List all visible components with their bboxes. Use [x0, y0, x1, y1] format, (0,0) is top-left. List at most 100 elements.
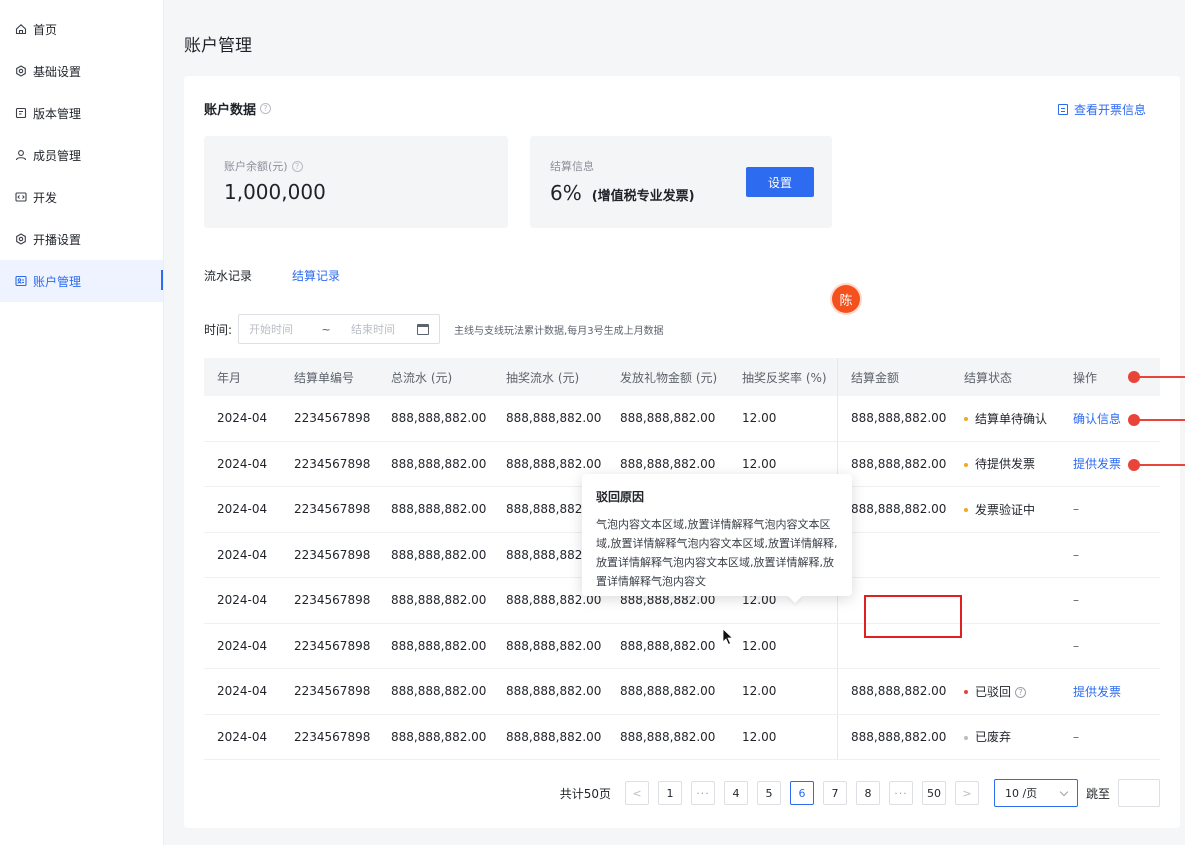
page-button[interactable]: 6: [789, 781, 814, 805]
action-link[interactable]: 提供发票: [1073, 457, 1121, 471]
balance-value: 1,000,000: [224, 180, 326, 204]
page-ellipsis[interactable]: ···: [888, 781, 913, 805]
view-invoice-info-link[interactable]: 查看开票信息: [1057, 101, 1146, 118]
tab-transaction-records[interactable]: 流水记录: [204, 267, 252, 284]
page-title: 账户管理: [184, 36, 252, 56]
action-link[interactable]: 提供发票: [1073, 685, 1121, 699]
cell-lottery-flow: 888,888,882.00: [506, 684, 602, 699]
page-button[interactable]: 8: [855, 781, 880, 805]
table-row: 2024-04 2234567898 888,888,882.00 888,888,8…: [204, 396, 1160, 442]
page-button[interactable]: 50: [921, 781, 946, 805]
help-icon[interactable]: ?: [260, 103, 272, 114]
pagination-pages: <1 ··· 4 5 6 7 8 ··· 50 >: [624, 781, 988, 805]
cell-settlement-id: 2234567898: [294, 729, 371, 744]
section-title: 账户数据 ?: [204, 99, 272, 118]
sidebar-item-label: 基础设置: [33, 64, 82, 79]
header-settlement-status: 结算状态: [964, 370, 1013, 385]
status-text: 结算单待确认: [975, 411, 1048, 426]
cell-month: 2024-04: [217, 684, 268, 699]
cell-settlement-status: 已驳回?: [951, 683, 1060, 700]
status-dot: [964, 690, 968, 695]
reject-reason-tooltip: 驳回原因 气泡内容文本区域,放置详情解释气泡内容文本区域,放置详情解释气泡内容文…: [582, 474, 852, 596]
date-range-picker[interactable]: 开始时间 ~ 结束时间: [238, 314, 441, 344]
cell-month: 2024-04: [217, 456, 268, 471]
end-time-input[interactable]: 结束时间: [341, 321, 405, 337]
tooltip-body: 气泡内容文本区域,放置详情解释气泡内容文本区域,放置详情解释气泡内容文本区域,放…: [596, 518, 838, 588]
help-icon[interactable]: ?: [1015, 686, 1027, 698]
highlight-box: [864, 595, 962, 638]
next-page-button[interactable]: >: [954, 781, 979, 805]
prev-page-button[interactable]: <: [624, 781, 649, 805]
cell-total-flow: 888,888,882.00: [391, 593, 487, 608]
cell-lottery-rate: 12.00: [742, 411, 777, 426]
cell-total-flow: 888,888,882.00: [391, 502, 487, 517]
status-text: 待提供发票: [975, 457, 1036, 472]
marker-dot: [1128, 371, 1140, 383]
cell-total-flow: 888,888,882.00: [391, 547, 487, 562]
action-link[interactable]: 确认信息: [1073, 412, 1121, 426]
help-icon[interactable]: ?: [291, 160, 303, 172]
cell-actions: –: [1060, 502, 1160, 516]
page-button[interactable]: 7: [822, 781, 847, 805]
pagination-total: 共计50页: [559, 786, 611, 801]
sidebar-item-home[interactable]: 首页: [0, 8, 163, 50]
sidebar-item-broadcast-settings[interactable]: 开播设置: [0, 218, 163, 260]
cell-lottery-flow: 888,888,882.00: [506, 456, 602, 471]
cell-total-flow: 888,888,882.00: [391, 638, 487, 653]
no-action: –: [1073, 638, 1079, 653]
sidebar-item-label: 首页: [33, 22, 58, 37]
sidebar-item-develop[interactable]: 开发: [0, 176, 163, 218]
start-time-input[interactable]: 开始时间: [249, 321, 311, 337]
home-icon: [14, 22, 28, 36]
page-ellipsis[interactable]: ···: [690, 781, 715, 805]
no-action: –: [1073, 593, 1079, 608]
annotation-marker: [1128, 459, 1185, 471]
cell-settlement-status: 结算单待确认: [951, 410, 1060, 427]
calendar-icon[interactable]: [417, 323, 430, 335]
annotation-marker: [1128, 371, 1185, 383]
account-icon: [14, 274, 28, 288]
header-gift-amount: 发放礼物金额 (元): [620, 370, 718, 385]
settlement-note: (增值税专业发票): [591, 189, 695, 204]
page-button[interactable]: 1: [657, 781, 682, 805]
user-icon: [14, 148, 28, 162]
status-text: 已废弃: [975, 730, 1012, 745]
cell-settlement-id: 2234567898: [294, 684, 371, 699]
cell-lottery-rate: 12.00: [742, 456, 777, 471]
sidebar-item-version[interactable]: 版本管理: [0, 92, 163, 134]
cell-settlement-id: 2234567898: [294, 502, 371, 517]
account-card: 账户数据 ? 查看开票信息 账户余额(元) ? 1,000,000 结算信息 6…: [184, 76, 1180, 828]
cell-settlement-status: 已废弃: [951, 728, 1060, 745]
jump-page-input[interactable]: [1118, 779, 1160, 807]
marker-dot: [1128, 414, 1140, 426]
cell-total-flow: 888,888,882.00: [391, 729, 487, 744]
tab-settlement-records[interactable]: 结算记录: [292, 267, 340, 284]
page-button[interactable]: 4: [723, 781, 748, 805]
status-text: 发票验证中: [975, 502, 1036, 517]
cell-settlement-id: 2234567898: [294, 593, 371, 608]
cell-month: 2024-04: [217, 638, 268, 653]
cell-actions: –: [1060, 548, 1160, 562]
sidebar-item-basic-settings[interactable]: 基础设置: [0, 50, 163, 92]
no-action: –: [1073, 547, 1079, 562]
table-row: 2024-04 2234567898 888,888,882.00 888,888,8…: [204, 714, 1160, 760]
annotation-marker: [1128, 414, 1185, 426]
avatar[interactable]: 陈: [832, 285, 860, 313]
cell-gift-amount: 888,888,882.00: [620, 729, 716, 744]
settings-button[interactable]: 设置: [746, 167, 814, 197]
time-filter: 时间: 开始时间 ~ 结束时间 主线与支线玩法累计数据,每月3号生成上月数据: [204, 314, 664, 344]
status-dot: [964, 417, 968, 422]
mouse-cursor-icon: [722, 628, 734, 646]
table-row: 2024-04 2234567898 888,888,882.00 888,888,8…: [204, 623, 1160, 669]
sidebar-item-account[interactable]: 账户管理: [0, 260, 163, 302]
cell-lottery-flow: 888,888,882.00: [506, 411, 602, 426]
page-button[interactable]: 5: [756, 781, 781, 805]
sidebar-item-members[interactable]: 成员管理: [0, 134, 163, 176]
page-size-select[interactable]: 10 /页: [993, 779, 1078, 807]
cell-actions: 提供发票: [1060, 683, 1160, 700]
table-header: 年月 结算单编号 总流水 (元) 抽奖流水 (元) 发放礼物金额 (元) 抽奖反…: [204, 358, 1160, 396]
status-dot: [964, 462, 968, 467]
status-dot: [964, 735, 968, 740]
no-action: –: [1073, 502, 1079, 517]
balance-label-text: 账户余额(元): [224, 160, 288, 173]
